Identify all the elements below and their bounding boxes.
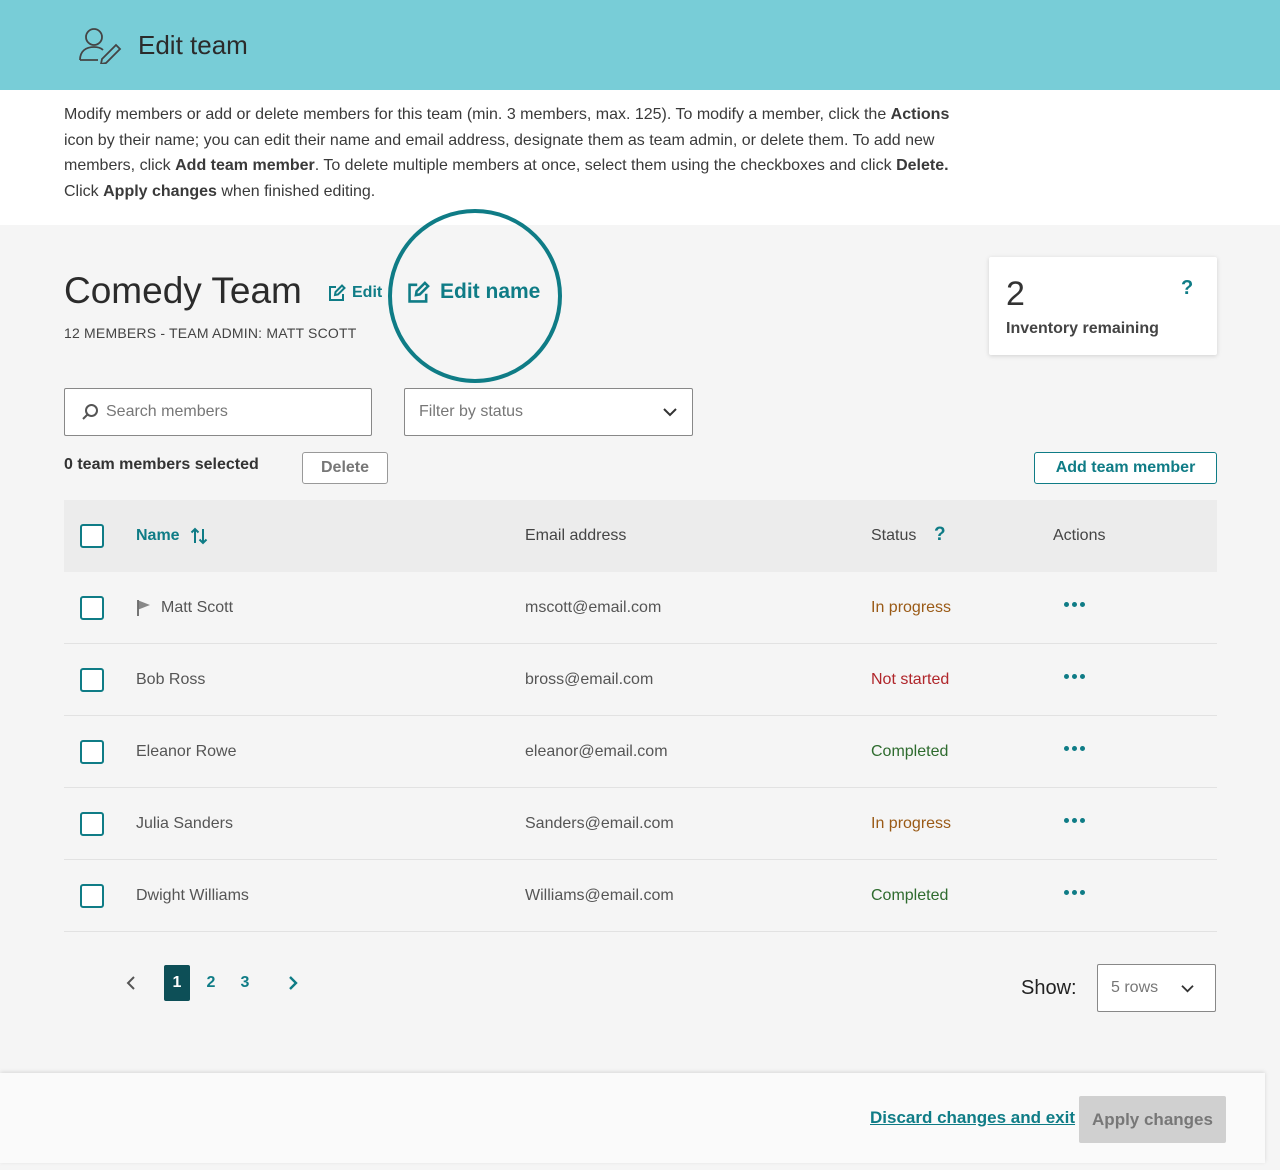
actions-menu-button[interactable] <box>1064 674 1085 679</box>
table-row: Matt Scott mscott@email.com In progress <box>64 572 1217 644</box>
status-text: Completed <box>871 887 949 904</box>
apply-changes-button[interactable]: Apply changes <box>1079 1096 1226 1143</box>
actions-menu-button[interactable] <box>1064 602 1085 607</box>
status-filter-dropdown[interactable]: Filter by status <box>404 388 693 436</box>
chevron-down-icon <box>663 408 677 417</box>
table-row: Eleanor Rowe eleanor@email.com Completed <box>64 716 1217 788</box>
table-header: Name Email address Status ? Actions <box>64 500 1217 572</box>
member-name: Matt Scott <box>136 599 233 617</box>
edit-name-label: Edit name <box>440 280 541 303</box>
page-list: 123 <box>164 965 262 1001</box>
actions-menu-button[interactable] <box>1064 818 1085 823</box>
member-email: Sanders@email.com <box>525 815 674 832</box>
previous-page-button[interactable] <box>120 972 142 994</box>
more-icon <box>1064 890 1085 895</box>
edit-icon <box>329 284 346 301</box>
instructions-text: Modify members or add or delete members … <box>64 106 950 201</box>
user-edit-icon <box>79 28 122 64</box>
table-row: Dwight Williams Williams@email.com Compl… <box>64 860 1217 932</box>
member-name-text: Julia Sanders <box>136 815 233 832</box>
row-checkbox[interactable] <box>80 668 104 692</box>
member-email: eleanor@email.com <box>525 743 668 760</box>
chevron-down-icon <box>1181 985 1194 993</box>
footer-bar: Discard changes and exit Apply changes <box>0 1073 1265 1163</box>
member-name: Julia Sanders <box>136 815 233 833</box>
chevron-right-icon <box>289 976 298 990</box>
name-header-label: Name <box>136 527 180 544</box>
table-body: Matt Scott mscott@email.com In progress … <box>64 572 1217 932</box>
page-title: Edit team <box>138 30 248 60</box>
inventory-label: Inventory remaining <box>1006 320 1159 337</box>
edit-label: Edit <box>352 284 383 301</box>
status-column-header: Status <box>871 527 917 544</box>
status-text: Completed <box>871 743 949 760</box>
team-meta: 12 MEMBERS - TEAM ADMIN: MATT SCOTT <box>64 325 357 341</box>
member-name-text: Eleanor Rowe <box>136 743 237 760</box>
member-name: Dwight Williams <box>136 887 249 905</box>
page-2-button[interactable]: 2 <box>194 974 228 992</box>
filter-placeholder: Filter by status <box>419 403 524 420</box>
select-all-checkbox[interactable] <box>80 524 104 548</box>
search-input[interactable] <box>106 400 356 424</box>
table-row: Bob Ross bross@email.com Not started <box>64 644 1217 716</box>
member-name-text: Dwight Williams <box>136 887 249 904</box>
help-icon[interactable]: ? <box>1181 277 1193 300</box>
search-icon <box>82 404 98 420</box>
page-1-button[interactable]: 1 <box>164 965 190 1001</box>
member-name-text: Bob Ross <box>136 671 206 688</box>
row-checkbox[interactable] <box>80 596 104 620</box>
row-checkbox[interactable] <box>80 740 104 764</box>
member-email: bross@email.com <box>525 671 654 688</box>
next-page-button[interactable] <box>282 972 304 994</box>
edit-name-button[interactable]: Edit name <box>407 280 540 304</box>
member-name-text: Matt Scott <box>161 599 234 616</box>
member-name: Eleanor Rowe <box>136 743 237 761</box>
status-text: In progress <box>871 815 952 832</box>
edit-icon <box>408 280 430 303</box>
row-checkbox[interactable] <box>80 812 104 836</box>
discard-changes-link[interactable]: Discard changes and exit <box>870 1108 1075 1128</box>
rows-per-page-value: 5 rows <box>1111 979 1159 996</box>
edit-team-button[interactable]: Edit <box>328 284 382 302</box>
rows-per-page-label: Show: <box>1021 977 1077 999</box>
instructions: Modify members or add or delete members … <box>0 90 1280 225</box>
flag-icon <box>137 600 150 616</box>
email-column-header: Email address <box>525 527 627 544</box>
member-email: Williams@email.com <box>525 887 674 904</box>
selected-count: 0 team members selected <box>64 456 259 473</box>
name-column-header[interactable]: Name <box>136 527 208 545</box>
member-email: mscott@email.com <box>525 599 662 616</box>
more-icon <box>1064 674 1085 679</box>
chevron-left-icon <box>126 976 135 990</box>
inventory-card: 2 Inventory remaining ? <box>989 257 1217 355</box>
status-text: In progress <box>871 599 952 616</box>
status-help-icon[interactable]: ? <box>934 524 946 546</box>
page-header: Edit team <box>0 0 1280 90</box>
delete-button[interactable]: Delete <box>302 452 388 484</box>
more-icon <box>1064 746 1085 751</box>
add-team-member-button[interactable]: Add team member <box>1034 452 1217 484</box>
team-name: Comedy Team <box>64 270 302 311</box>
actions-column-header: Actions <box>1053 527 1106 544</box>
table-row: Julia Sanders Sanders@email.com In progr… <box>64 788 1217 860</box>
actions-menu-button[interactable] <box>1064 746 1085 751</box>
more-icon <box>1064 818 1085 823</box>
inventory-count: 2 <box>1006 275 1025 313</box>
sort-icon <box>190 527 207 545</box>
member-name: Bob Ross <box>136 671 205 689</box>
status-text: Not started <box>871 671 950 688</box>
members-table: Name Email address Status ? Actions Matt… <box>64 500 1217 932</box>
rows-per-page-select[interactable]: 5 rows <box>1097 964 1216 1012</box>
pagination: 123 <box>120 964 304 1002</box>
row-checkbox[interactable] <box>80 884 104 908</box>
actions-menu-button[interactable] <box>1064 890 1085 895</box>
search-box[interactable] <box>64 388 372 436</box>
page-3-button[interactable]: 3 <box>228 974 262 992</box>
more-icon <box>1064 602 1085 607</box>
